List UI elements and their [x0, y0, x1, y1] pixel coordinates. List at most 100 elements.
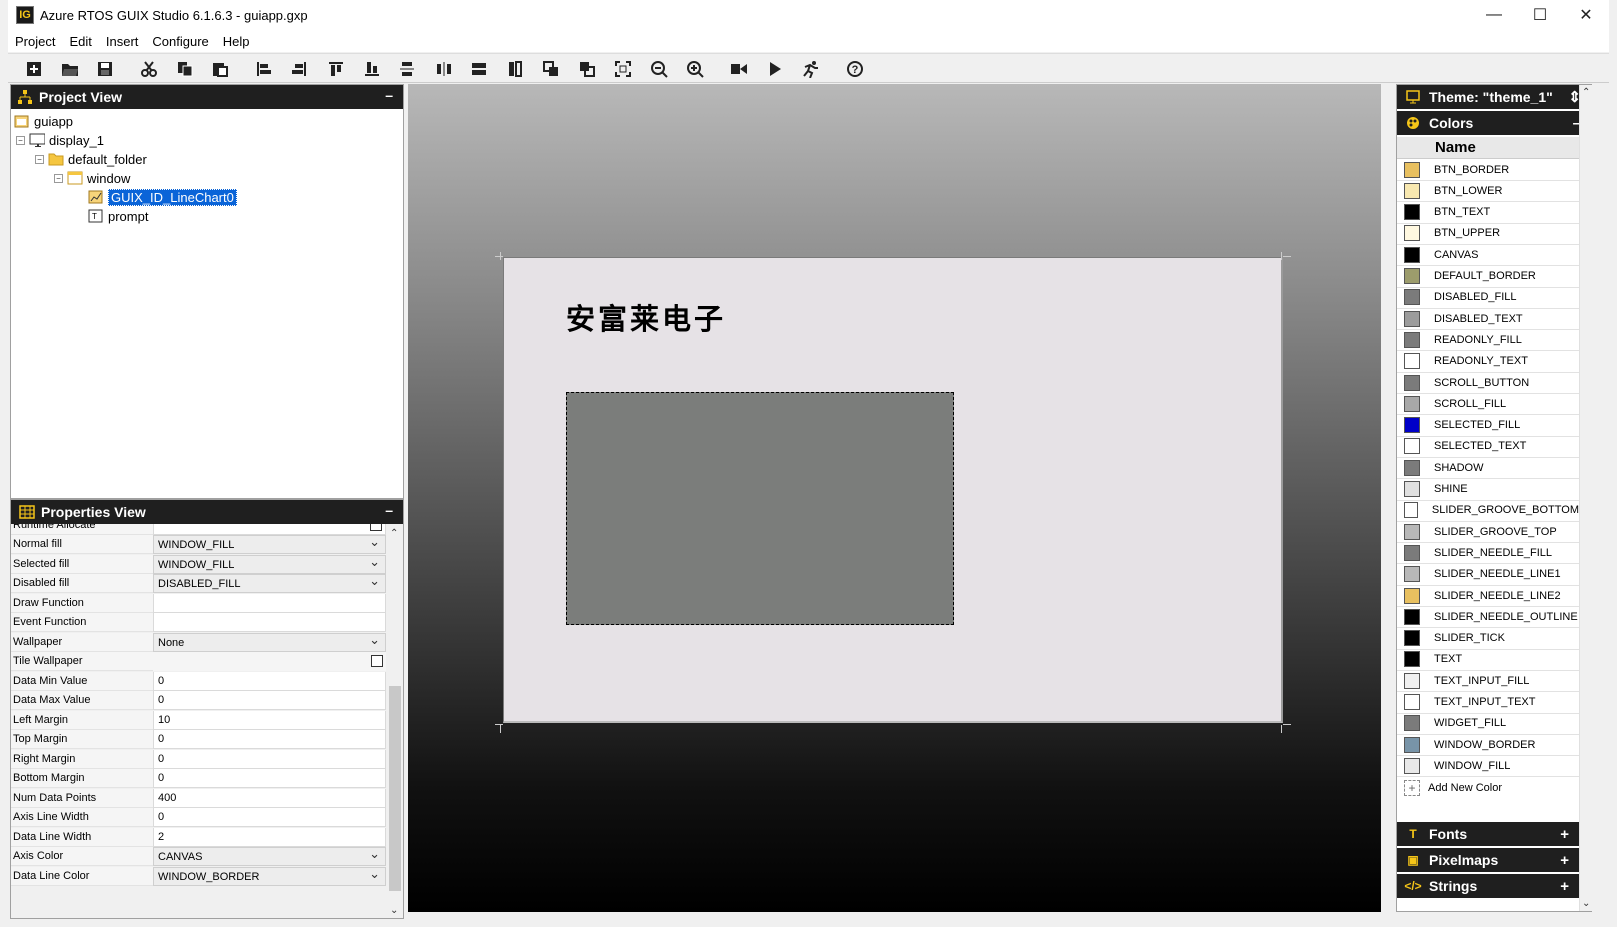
color-item[interactable]: WIDGET_FILL	[1397, 713, 1579, 735]
color-item[interactable]: SLIDER_GROOVE_TOP	[1397, 521, 1579, 544]
property-checkbox-cell[interactable]	[153, 652, 386, 671]
runtime-allocate-checkbox[interactable]	[370, 524, 382, 531]
align-bottom-icon[interactable]	[361, 58, 383, 80]
property-input[interactable]	[153, 613, 386, 632]
equal-width-icon[interactable]	[468, 58, 490, 80]
properties-view-header[interactable]: Properties View –	[11, 500, 403, 524]
color-item[interactable]: SELECTED_FILL	[1397, 415, 1579, 437]
design-canvas[interactable]: 安富莱电子	[408, 84, 1381, 912]
color-item[interactable]: SHINE	[1397, 479, 1579, 501]
color-item[interactable]: READONLY_FILL	[1397, 329, 1579, 352]
pixelmaps-header[interactable]: ▣ Pixelmaps +	[1397, 848, 1579, 874]
property-dropdown[interactable]: DISABLED_FILL	[153, 574, 386, 593]
color-item[interactable]: DEFAULT_BORDER	[1397, 266, 1579, 288]
about-icon[interactable]: ?	[844, 58, 866, 80]
property-input[interactable]: 0	[153, 671, 386, 691]
color-item[interactable]: SELECTED_TEXT	[1397, 436, 1579, 458]
tile-wallpaper-checkbox[interactable]	[371, 655, 383, 667]
color-item[interactable]: SLIDER_GROOVE_BOTTOM	[1397, 500, 1579, 522]
color-item[interactable]: BTN_LOWER	[1397, 180, 1579, 203]
project-view-header[interactable]: Project View –	[11, 85, 403, 109]
property-dropdown[interactable]: None	[153, 632, 386, 652]
tree-item-prompt[interactable]: T prompt	[88, 207, 148, 225]
collapse-toggle[interactable]: −	[35, 154, 44, 164]
property-dropdown[interactable]: CANVAS	[153, 847, 386, 866]
collapse-toggle[interactable]: −	[54, 173, 63, 183]
color-item[interactable]: SCROLL_BUTTON	[1397, 372, 1579, 394]
collapse-toggle[interactable]: −	[16, 135, 25, 145]
fonts-header[interactable]: T Fonts +	[1397, 822, 1579, 848]
scroll-down-icon[interactable]: ⌄	[390, 905, 398, 916]
color-item[interactable]: BTN_BORDER	[1397, 159, 1579, 181]
scroll-up-icon[interactable]: ⌃	[1582, 87, 1590, 98]
property-input[interactable]: 400	[153, 788, 386, 808]
property-input[interactable]: 10	[153, 710, 386, 730]
paste-icon[interactable]	[209, 58, 231, 80]
scroll-up-icon[interactable]: ⌃	[390, 528, 398, 539]
menu-project[interactable]: Project	[8, 34, 62, 49]
color-item[interactable]: WINDOW_FILL	[1397, 755, 1579, 778]
color-item[interactable]: TEXT_INPUT_TEXT	[1397, 692, 1579, 714]
property-input[interactable]: 0	[153, 749, 386, 769]
project-view-minimize-button[interactable]: –	[385, 87, 393, 103]
move-to-back-icon[interactable]	[576, 58, 598, 80]
colors-header[interactable]: Colors –	[1397, 111, 1591, 137]
menu-edit[interactable]: Edit	[62, 34, 98, 49]
copy-icon[interactable]	[174, 58, 196, 80]
record-macro-icon[interactable]	[728, 58, 750, 80]
property-dropdown[interactable]: WINDOW_FILL	[153, 554, 386, 574]
tree-item-line-chart[interactable]: GUIX_ID_LineChart0	[88, 188, 237, 206]
h-space-equally-icon[interactable]	[433, 58, 455, 80]
property-input[interactable]	[153, 593, 386, 613]
minimize-button[interactable]: —	[1471, 0, 1517, 30]
v-space-equally-icon[interactable]	[396, 58, 418, 80]
cut-icon[interactable]	[138, 58, 160, 80]
size-to-fit-icon[interactable]	[612, 58, 634, 80]
new-project-icon[interactable]	[23, 58, 45, 80]
color-item[interactable]: SLIDER_NEEDLE_LINE2	[1397, 585, 1579, 607]
color-item[interactable]: BTN_UPPER	[1397, 223, 1579, 245]
color-item[interactable]: TEXT_INPUT_FILL	[1397, 670, 1579, 693]
menu-configure[interactable]: Configure	[145, 34, 215, 49]
properties-scrollbar[interactable]: ⌃ ⌄	[387, 526, 403, 918]
run-app-icon[interactable]	[800, 58, 822, 80]
move-to-front-icon[interactable]	[540, 58, 562, 80]
color-item[interactable]: SHADOW	[1397, 457, 1579, 480]
color-item[interactable]: SCROLL_FILL	[1397, 393, 1579, 416]
color-item[interactable]: TEXT	[1397, 649, 1579, 671]
resource-scrollbar[interactable]: ⌃ ⌄	[1579, 85, 1593, 911]
align-top-icon[interactable]	[325, 58, 347, 80]
color-item[interactable]: DISABLED_TEXT	[1397, 308, 1579, 331]
strings-expand-button[interactable]: +	[1560, 878, 1569, 895]
line-chart-widget[interactable]	[566, 392, 954, 625]
color-item[interactable]: SLIDER_NEEDLE_FILL	[1397, 542, 1579, 565]
color-item[interactable]: SLIDER_NEEDLE_LINE1	[1397, 564, 1579, 586]
fonts-expand-button[interactable]: +	[1560, 826, 1569, 843]
maximize-button[interactable]: ☐	[1517, 0, 1563, 30]
align-left-icon[interactable]	[253, 58, 275, 80]
save-icon[interactable]	[94, 58, 116, 80]
color-item[interactable]: CANVAS	[1397, 244, 1579, 267]
color-item[interactable]: WINDOW_BORDER	[1397, 734, 1579, 757]
theme-selector[interactable]: Theme: "theme_1" ⇕	[1397, 85, 1591, 111]
property-input[interactable]: 0	[153, 769, 386, 788]
menu-help[interactable]: Help	[216, 34, 257, 49]
equal-height-icon[interactable]	[504, 58, 526, 80]
prompt-widget[interactable]: 安富莱电子	[566, 296, 726, 338]
menu-insert[interactable]: Insert	[99, 34, 146, 49]
tree-item-default-folder[interactable]: − default_folder	[35, 150, 147, 168]
color-item[interactable]: SLIDER_TICK	[1397, 628, 1579, 650]
scroll-down-icon[interactable]: ⌄	[1582, 898, 1590, 909]
color-item[interactable]: SLIDER_NEEDLE_OUTLINE	[1397, 606, 1579, 629]
property-input[interactable]: 0	[153, 730, 386, 749]
tree-item-window[interactable]: − window	[54, 169, 130, 187]
color-item[interactable]: BTN_TEXT	[1397, 202, 1579, 224]
tree-item-guiapp[interactable]: guiapp	[14, 112, 73, 130]
pixelmaps-expand-button[interactable]: +	[1560, 852, 1569, 869]
align-right-icon[interactable]	[288, 58, 310, 80]
property-dropdown[interactable]: WINDOW_BORDER	[153, 866, 386, 886]
property-input[interactable]: 0	[153, 691, 386, 710]
zoom-in-icon[interactable]	[684, 58, 706, 80]
tree-item-display-1[interactable]: − display_1	[16, 131, 104, 149]
property-dropdown[interactable]: WINDOW_FILL	[153, 535, 386, 554]
